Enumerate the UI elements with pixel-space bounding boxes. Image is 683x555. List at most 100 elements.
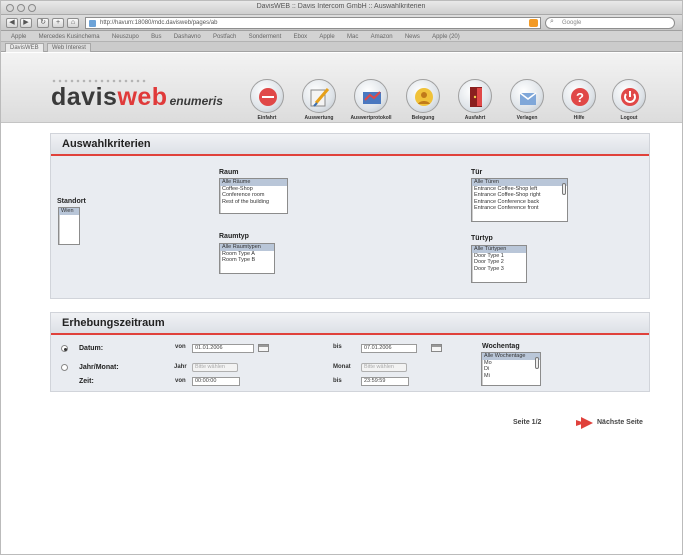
bookmark-item[interactable]: Dashavno (174, 32, 201, 41)
bookmark-item[interactable]: Neuszupo (112, 32, 139, 41)
home-button[interactable]: ⌂ (67, 18, 79, 28)
nav-auswertung[interactable]: Auswertung (298, 79, 340, 123)
protocol-icon (354, 79, 388, 113)
bookmark-item[interactable]: Mercedes Kusinchema (39, 32, 100, 41)
logo-part-davis: davis (51, 83, 118, 111)
tuer-listbox[interactable]: Alle Türen Entrance Coffee-Shop left Ent… (471, 178, 568, 222)
window-titlebar: DavisWEB :: Davis Intercom GmbH :: Auswa… (1, 1, 682, 15)
tab-daviswebs[interactable]: DavisWEB (5, 43, 44, 52)
jahr-monat-radio[interactable] (61, 364, 68, 371)
search-input[interactable]: Google (545, 17, 675, 29)
bookmark-item[interactable]: Mac (347, 32, 358, 41)
datum-to-input[interactable]: 07.01.2006 (361, 344, 417, 353)
list-option[interactable]: Rest of the building (220, 199, 287, 206)
bookmark-item[interactable]: Ebox (293, 32, 307, 41)
next-page-link[interactable]: Nächste Seite (597, 419, 643, 426)
nav-verlagen[interactable]: Verlagen (506, 79, 548, 123)
zeit-from-input[interactable]: 00:00:00 (192, 377, 240, 386)
datum-from-label: von (175, 344, 186, 350)
bookmark-item[interactable]: Apple (11, 32, 26, 41)
monat-label: Monat (333, 364, 351, 370)
close-window-icon[interactable] (6, 4, 14, 12)
add-bookmark-button[interactable]: + (52, 18, 64, 28)
window-title: DavisWEB :: Davis Intercom GmbH :: Auswa… (256, 3, 426, 10)
bookmark-item[interactable]: Postfach (213, 32, 236, 41)
tab-web-interest[interactable]: Web Interest (47, 43, 91, 52)
list-option[interactable]: Room Type B (220, 257, 274, 264)
nav-label: Hilfe (573, 115, 585, 121)
nav-label: Ausfahrt (464, 115, 486, 121)
nav-ausfahrt[interactable]: Ausfahrt (454, 79, 496, 123)
period-panel: Erhebungszeitraum (50, 312, 650, 392)
datum-from-input[interactable]: 01.01.2006 (192, 344, 254, 353)
standort-listbox[interactable]: Wien (58, 207, 80, 245)
browser-toolbar: ◀ ▶ ↻ + ⌂ http://havum:18080/mdc.daviswe… (1, 15, 682, 31)
raum-label: Raum (219, 169, 239, 176)
wochentag-label: Wochentag (482, 343, 520, 350)
page-indicator: Seite 1/2 (513, 419, 542, 426)
forward-button[interactable]: ▶ (20, 18, 32, 28)
back-button[interactable]: ◀ (6, 18, 18, 28)
calendar-icon[interactable] (258, 344, 269, 352)
nav-belegung[interactable]: Belegung (402, 79, 444, 123)
jahr-monat-label: Jahr/Monat: (79, 364, 119, 371)
search-icon: ⌕ (550, 18, 554, 25)
nav-logout[interactable]: Logout (608, 79, 650, 123)
bookmark-item[interactable]: Sonderment (249, 32, 282, 41)
next-arrow-icon[interactable] (574, 415, 594, 431)
bookmark-item[interactable]: Apple (319, 32, 334, 41)
help-icon: ? (562, 79, 596, 113)
davisweb-logo: davisweb enumeris (51, 83, 223, 112)
list-option[interactable]: Entrance Conference front (472, 205, 567, 212)
list-option[interactable]: Mi (482, 373, 540, 380)
rss-icon[interactable] (529, 19, 538, 27)
logo-part-enumeris: enumeris (169, 94, 223, 108)
nav-label: Auswertprotokoll (350, 115, 392, 121)
calendar-icon[interactable] (431, 344, 442, 352)
zoom-window-icon[interactable] (28, 4, 36, 12)
datum-radio[interactable] (61, 345, 68, 352)
jahr-select[interactable]: Bitte wählen (192, 363, 238, 372)
tuer-label: Tür (471, 169, 483, 176)
raumtyp-listbox[interactable]: Alle Raumtypen Room Type A Room Type B (219, 243, 275, 274)
bookmark-item[interactable]: Amazon (371, 32, 393, 41)
archive-icon (510, 79, 544, 113)
raum-listbox[interactable]: Alle Räume Coffee-Shop Conference room R… (219, 178, 288, 214)
door-icon (458, 79, 492, 113)
nav-label: Einfahrt (257, 115, 277, 121)
raumtyp-label: Raumtyp (219, 233, 249, 240)
address-field[interactable]: http://havum:18080/mdc.davisweb/pages/ab (85, 17, 541, 29)
start-icon (250, 79, 284, 113)
nav-hilfe[interactable]: ? Hilfe (558, 79, 600, 123)
datum-to-label: bis (333, 344, 342, 350)
bookmark-item[interactable]: Apple (20) (432, 32, 460, 41)
standort-label: Standort (57, 198, 86, 205)
site-icon (89, 20, 96, 27)
monat-select[interactable]: Bitte wählen (361, 363, 407, 372)
zeit-to-label: bis (333, 378, 342, 384)
tuer-scrollbar[interactable] (562, 183, 566, 195)
bookmark-item[interactable]: News (405, 32, 420, 41)
wochentag-listbox[interactable]: Alle Wochentage Mo Di Mi (481, 352, 541, 386)
list-option[interactable]: Door Type 3 (472, 266, 526, 273)
zeit-label: Zeit: (79, 378, 94, 385)
bookmark-item[interactable]: Bus (151, 32, 161, 41)
reload-button[interactable]: ↻ (37, 18, 49, 28)
svg-text:?: ? (576, 90, 584, 105)
nav-label: Auswertung (304, 115, 334, 121)
bookmarks-bar: Apple Mercedes Kusinchema Neuszupo Bus D… (1, 31, 682, 42)
minimize-window-icon[interactable] (17, 4, 25, 12)
period-title: Erhebungszeitraum (51, 313, 649, 335)
nav-label: Verlagen (516, 115, 538, 121)
zeit-to-input[interactable]: 23:59:59 (361, 377, 409, 386)
browser-window: DavisWEB :: Davis Intercom GmbH :: Auswa… (0, 0, 683, 555)
list-option[interactable]: Wien (59, 208, 79, 215)
wochentag-scrollbar[interactable] (535, 357, 539, 369)
tab-bar: DavisWEB Web Interest (1, 42, 682, 52)
tuertyp-listbox[interactable]: Alle Türtypen Door Type 1 Door Type 2 Do… (471, 245, 527, 283)
nav-auswertprotokoll[interactable]: Auswertprotokoll (350, 79, 392, 123)
nav-label: Belegung (411, 115, 435, 121)
zeit-from-label: von (175, 378, 186, 384)
nav-einfahrt[interactable]: Einfahrt (246, 79, 288, 123)
criteria-title: Auswahlkriterien (51, 134, 649, 156)
